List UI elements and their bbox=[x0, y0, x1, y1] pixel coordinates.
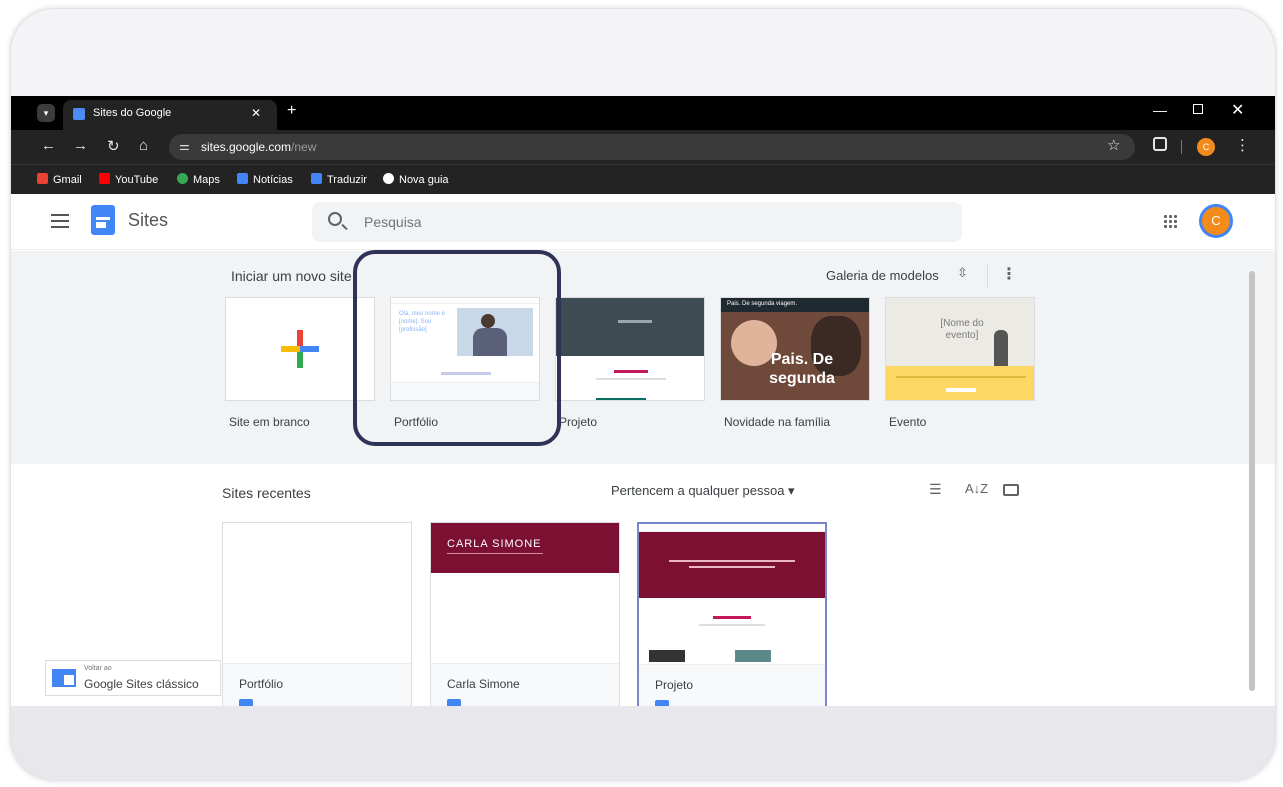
news-icon bbox=[237, 173, 248, 184]
bookmark-gmail[interactable]: Gmail bbox=[37, 173, 82, 186]
template-label-blank: Site em branco bbox=[229, 415, 310, 429]
search-icon[interactable] bbox=[328, 212, 342, 226]
projeto-thumb-banner bbox=[639, 532, 825, 598]
youtube-icon bbox=[99, 173, 110, 184]
tab-sites-do-google[interactable]: Sites do Google ✕ bbox=[63, 100, 277, 130]
site-info-icon[interactable]: ⚌ bbox=[179, 139, 190, 153]
browser-window: ▾ Sites do Google ✕ + — ✕ ← → ↻ ⌂ ⚌ site… bbox=[11, 96, 1275, 706]
sites-doc-icon bbox=[239, 699, 253, 706]
sites-doc-icon bbox=[447, 699, 461, 706]
globe-icon bbox=[383, 173, 394, 184]
browser-toolbar: ← → ↻ ⌂ ⚌ sites.google.com/new ☆ C ⋮ bbox=[11, 130, 1275, 164]
event-thumb-band bbox=[886, 366, 1034, 400]
carla-thumb-title: CARLA SIMONE bbox=[447, 538, 542, 550]
project-thumb-footer bbox=[596, 398, 646, 400]
family-thumb-photo: Pais. De segunda viagem. Pais. De segund… bbox=[721, 298, 869, 400]
template-project[interactable] bbox=[555, 297, 705, 401]
restore-icon[interactable] bbox=[1193, 104, 1203, 114]
sites-app-bar: Sites Pesquisa C bbox=[11, 194, 1275, 250]
folder-icon[interactable] bbox=[1003, 484, 1019, 496]
tab-strip: ▾ Sites do Google ✕ + — ✕ bbox=[11, 96, 1275, 130]
project-thumb-line bbox=[596, 378, 666, 380]
list-view-icon[interactable]: ☰ bbox=[929, 481, 942, 498]
google-apps-icon[interactable] bbox=[1163, 214, 1177, 228]
portfolio-highlight-ring bbox=[353, 250, 561, 446]
search-box[interactable]: Pesquisa bbox=[312, 202, 962, 242]
template-label-event: Evento bbox=[889, 415, 927, 429]
main-menu-icon[interactable] bbox=[51, 214, 69, 228]
bookmarks-bar: Gmail YouTube Maps Notícias Traduzir Nov… bbox=[11, 164, 1275, 194]
more-options-icon[interactable]: ⋮ bbox=[1001, 264, 1017, 284]
template-gallery-button[interactable]: Galeria de modelos bbox=[826, 268, 939, 283]
recent-site-name: Projeto bbox=[655, 678, 694, 692]
tab-search-chevron-icon[interactable]: ▾ bbox=[37, 104, 55, 122]
bookmark-youtube[interactable]: YouTube bbox=[99, 173, 158, 186]
translate-icon bbox=[311, 173, 322, 184]
gmail-icon bbox=[37, 173, 48, 184]
start-new-site-label: Iniciar um novo site bbox=[231, 268, 352, 284]
recent-site-name: Carla Simone bbox=[447, 677, 520, 691]
classic-small-label: Voltar ao bbox=[84, 665, 112, 672]
recent-site-name: Portfólio bbox=[239, 677, 284, 691]
minimize-icon[interactable]: — bbox=[1153, 102, 1167, 118]
browser-profile-avatar[interactable]: C bbox=[1197, 138, 1215, 156]
extensions-icon[interactable] bbox=[1153, 137, 1167, 151]
device-frame: ▾ Sites do Google ✕ + — ✕ ← → ↻ ⌂ ⚌ site… bbox=[10, 8, 1276, 781]
template-gallery-section: Iniciar um novo site Galeria de modelos … bbox=[11, 251, 1275, 464]
tab-close-icon[interactable]: ✕ bbox=[251, 106, 261, 120]
template-family-news[interactable]: Pais. De segunda viagem. Pais. De segund… bbox=[720, 297, 870, 401]
address-bar[interactable]: ⚌ sites.google.com/new bbox=[169, 134, 1135, 160]
gallery-divider bbox=[987, 263, 988, 289]
maps-pin-icon bbox=[177, 173, 188, 184]
search-placeholder: Pesquisa bbox=[364, 214, 422, 230]
expand-collapse-icon[interactable]: ⇳ bbox=[957, 265, 968, 281]
back-arrow-icon[interactable]: ← bbox=[41, 137, 56, 154]
template-label-project: Projeto bbox=[559, 415, 598, 429]
window-close-icon[interactable]: ✕ bbox=[1231, 100, 1244, 120]
carla-thumb-banner: CARLA SIMONE bbox=[431, 523, 619, 573]
browser-menu-icon[interactable]: ⋮ bbox=[1235, 136, 1250, 154]
sort-az-icon[interactable]: A↓Z bbox=[965, 481, 988, 496]
google-sites-logo-icon[interactable] bbox=[91, 205, 115, 235]
recent-site-projeto[interactable]: Projeto bbox=[637, 522, 827, 706]
family-thumb-title: Pais. De segunda bbox=[769, 351, 835, 387]
recent-site-carla-simone[interactable]: CARLA SIMONE Carla Simone bbox=[430, 522, 620, 706]
home-icon[interactable]: ⌂ bbox=[139, 137, 148, 154]
family-thumb-header: Pais. De segunda viagem. bbox=[727, 301, 798, 307]
bookmark-maps[interactable]: Maps bbox=[177, 173, 220, 186]
tab-title: Sites do Google bbox=[93, 107, 172, 119]
page-scrollbar[interactable] bbox=[1249, 271, 1255, 691]
project-thumb-banner bbox=[556, 298, 704, 356]
url-text: sites.google.com/new bbox=[201, 140, 317, 154]
account-avatar[interactable]: C bbox=[1199, 204, 1233, 238]
bookmark-traduzir[interactable]: Traduzir bbox=[311, 173, 367, 186]
colorful-plus-icon-bar bbox=[281, 346, 319, 352]
event-thumb-photo: [Nome do evento] bbox=[886, 298, 1034, 366]
forward-arrow-icon[interactable]: → bbox=[73, 137, 88, 154]
back-to-classic-sites-button[interactable]: Voltar ao Google Sites clássico bbox=[45, 660, 221, 696]
bookmark-nova-guia[interactable]: Nova guia bbox=[383, 173, 449, 186]
bookmark-star-icon[interactable]: ☆ bbox=[1107, 136, 1120, 154]
reload-icon[interactable]: ↻ bbox=[107, 137, 120, 155]
device-bottom-bezel bbox=[11, 706, 1275, 780]
sites-favicon-icon bbox=[73, 108, 85, 120]
new-tab-plus-icon[interactable]: + bbox=[287, 102, 296, 120]
recent-sites-label: Sites recentes bbox=[222, 485, 311, 501]
template-event[interactable]: [Nome do evento] bbox=[885, 297, 1035, 401]
project-thumb-accent bbox=[614, 370, 648, 373]
template-label-family: Novidade na família bbox=[724, 415, 831, 429]
bookmark-noticias[interactable]: Notícias bbox=[237, 173, 293, 186]
app-title: Sites bbox=[128, 210, 169, 230]
toolbar-divider bbox=[1181, 140, 1182, 154]
classic-label: Google Sites clássico bbox=[84, 677, 199, 691]
recent-site-portfolio[interactable]: Portfólio bbox=[222, 522, 412, 706]
owner-filter-dropdown[interactable]: Pertencem a qualquer pessoa ▾ bbox=[611, 483, 795, 499]
event-thumb-text: [Nome do evento] bbox=[940, 318, 984, 341]
classic-sites-icon bbox=[52, 669, 76, 687]
